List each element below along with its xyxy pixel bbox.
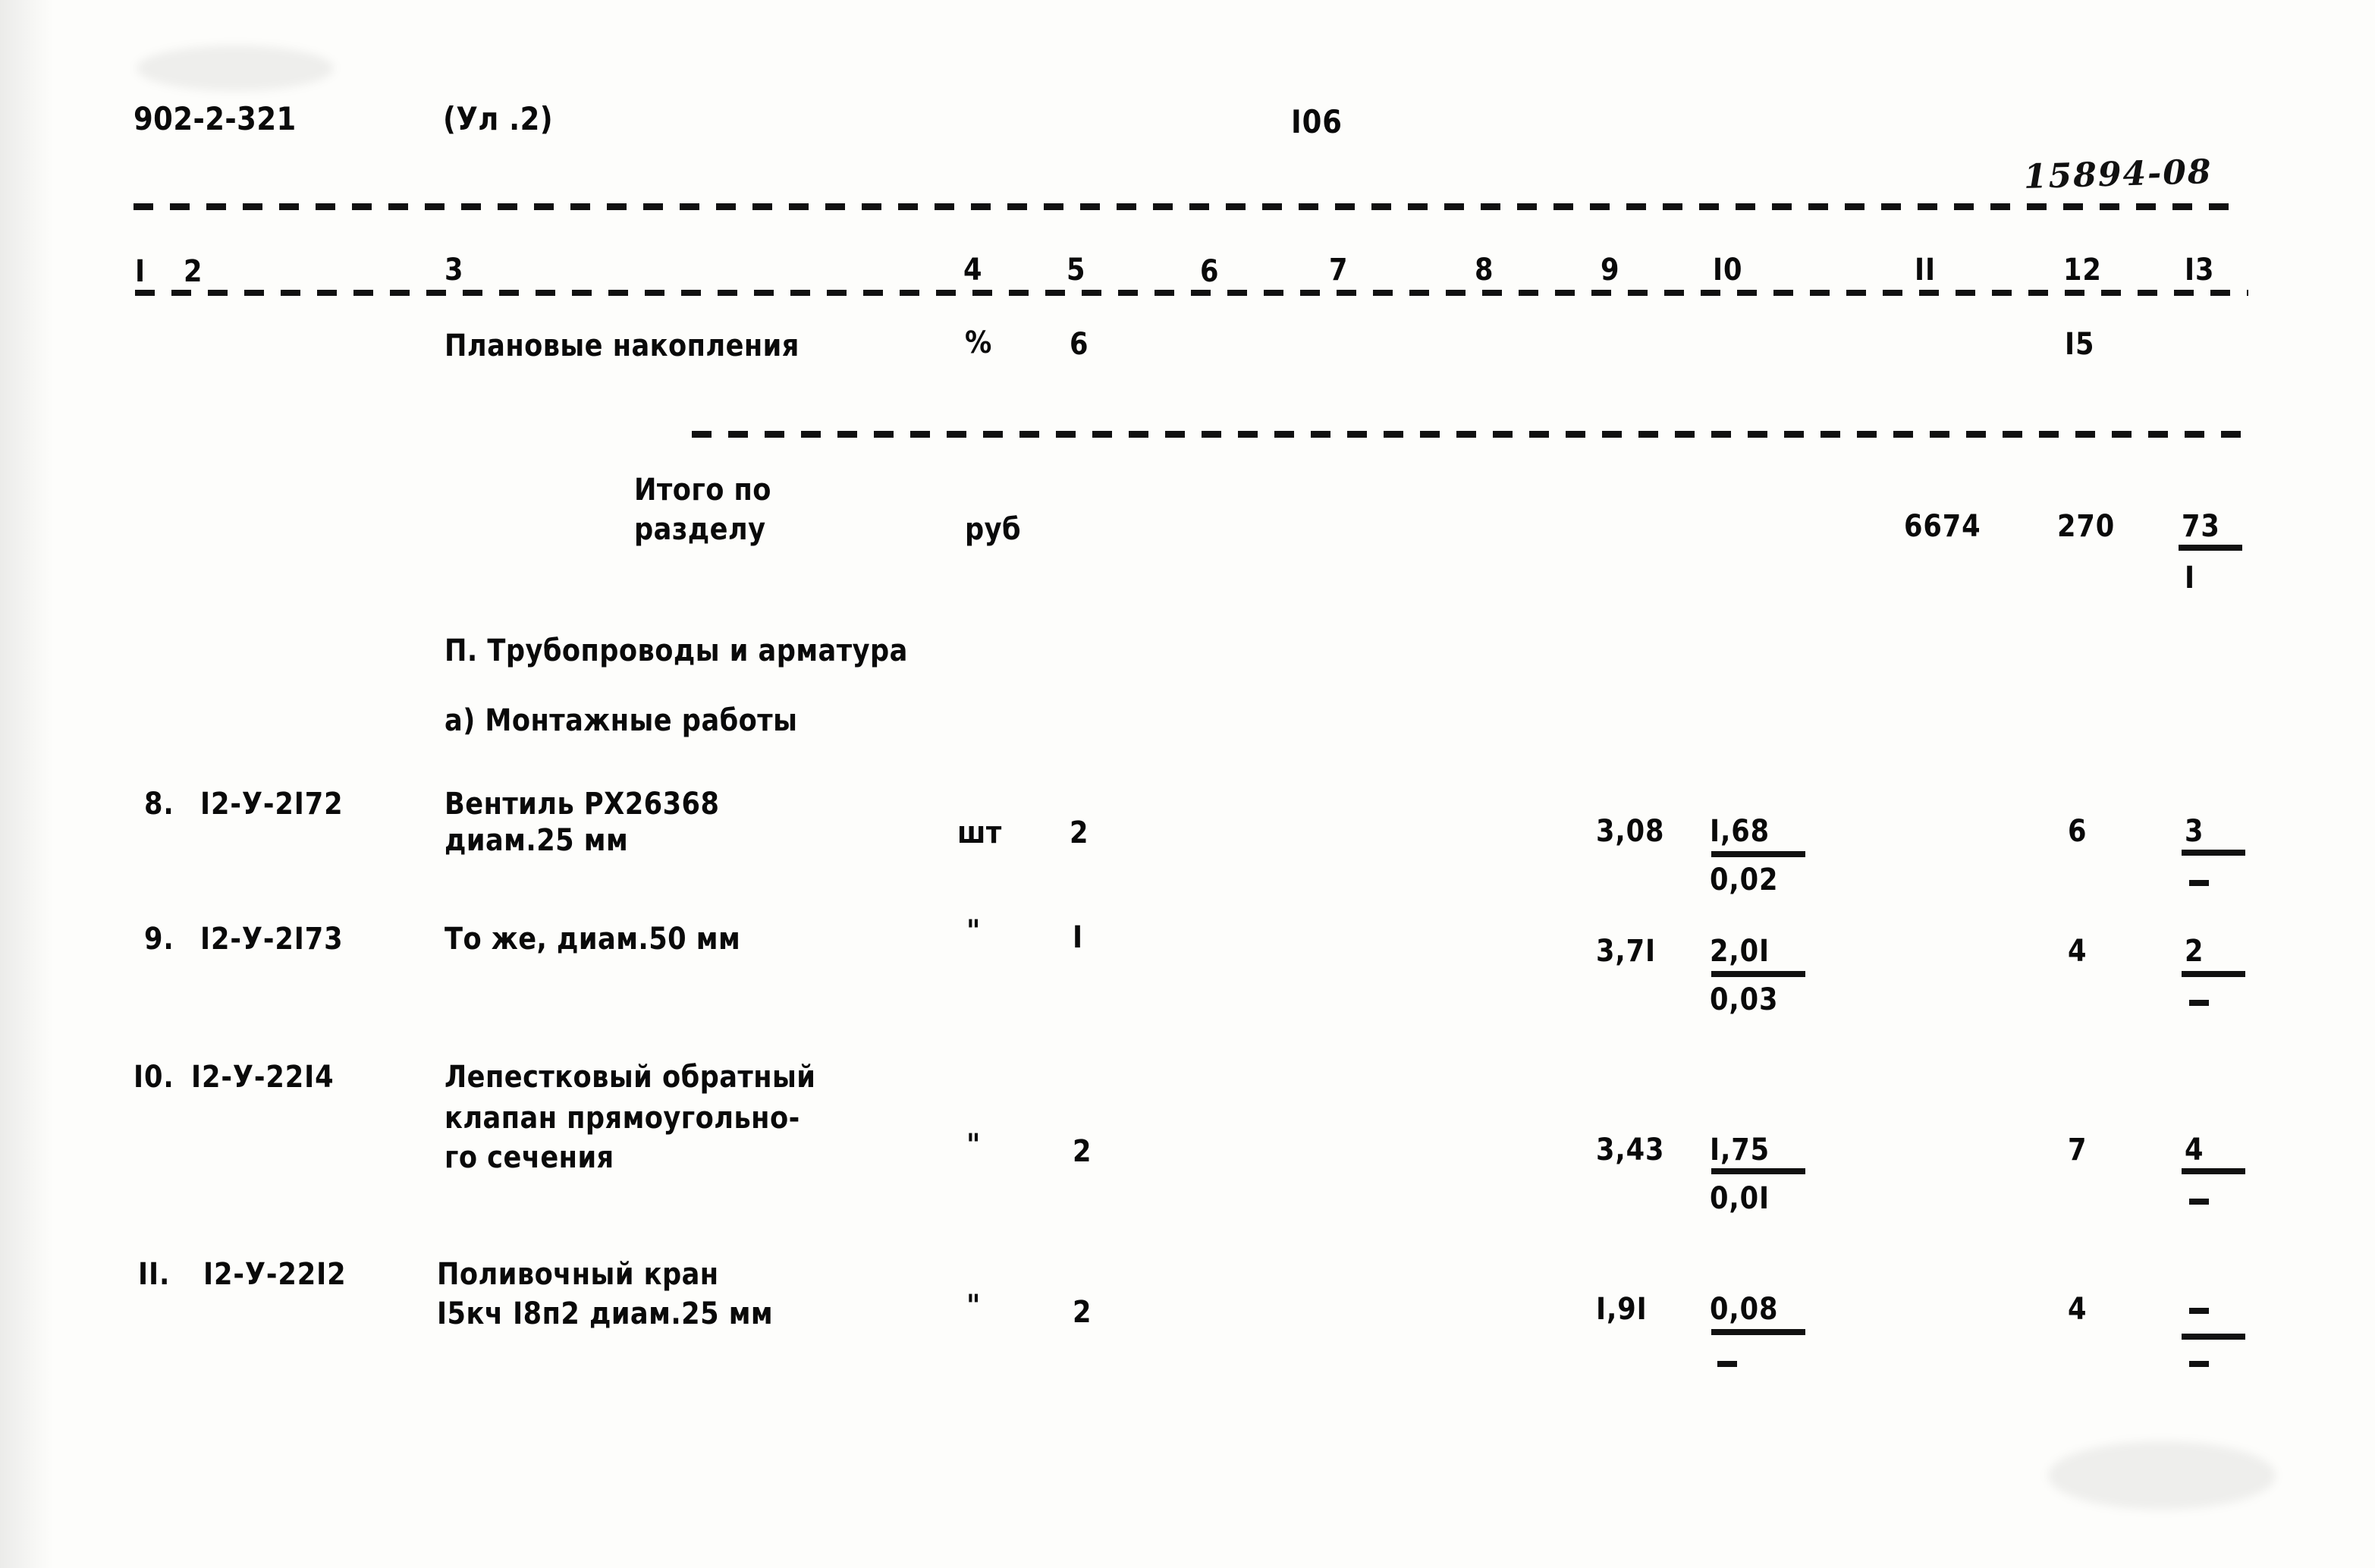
row-item-10-col10-underline — [1711, 1168, 1805, 1174]
row-item-8-quantity: 2 — [1070, 815, 1089, 850]
page-number: I06 — [1291, 103, 1343, 140]
row-item-11-description-line2: I5кч I8п2 диам.25 мм — [437, 1296, 774, 1331]
row-item-10-unit: " — [966, 1128, 981, 1163]
row-item-11-col13-top-dash — [2189, 1308, 2209, 1314]
row-planned-savings-col12: I5 — [2065, 327, 2095, 362]
column-header-2: 2 — [184, 254, 203, 289]
row-item-8-col9: 3,08 — [1596, 814, 1665, 849]
row-item-10-description-line1: Лепестковый обратный — [445, 1060, 816, 1095]
row-item-8-number: 8. — [144, 787, 174, 822]
row-item-11-unit: " — [966, 1289, 981, 1324]
row-item-11-col13-bottom-dash — [2189, 1361, 2209, 1367]
column-header-12: 12 — [2063, 253, 2102, 288]
row-item-8-col13-bottom-dash — [2189, 880, 2209, 886]
row-item-11-col9: I,9I — [1596, 1292, 1648, 1327]
scan-smudge — [137, 46, 334, 91]
row-item-8-unit: шт — [957, 815, 1002, 850]
row-item-9-col12: 4 — [2068, 934, 2088, 969]
row-item-8-col13-top: 3 — [2185, 814, 2204, 849]
table-top-rule — [134, 203, 2245, 210]
row-item-11-col13-underline — [2182, 1334, 2245, 1340]
row-section-total-col11: 6674 — [1904, 509, 1981, 544]
row-item-9-quantity: I — [1073, 920, 1083, 955]
row-item-11-quantity: 2 — [1073, 1295, 1092, 1330]
row-item-9-col13-bottom-dash — [2189, 1000, 2209, 1006]
row-item-8-col10-bottom: 0,02 — [1710, 863, 1779, 897]
row-item-11-number: II. — [138, 1257, 171, 1292]
column-header-7: 7 — [1329, 253, 1349, 288]
row-item-10-col13-top: 4 — [2185, 1133, 2204, 1167]
row-item-11-col10-top: 0,08 — [1710, 1292, 1779, 1327]
scan-smudge — [2048, 1441, 2276, 1510]
row-item-8-col13-underline — [2182, 850, 2245, 856]
row-item-10-description-line3: го сечения — [445, 1140, 614, 1175]
handwritten-stamp-number: 15894-08 — [2023, 152, 2213, 196]
row-item-10-quantity: 2 — [1073, 1134, 1092, 1169]
row-item-9-col10-top: 2,0I — [1710, 934, 1770, 969]
column-header-8: 8 — [1475, 253, 1494, 288]
column-header-4: 4 — [963, 253, 983, 288]
row-item-8-col10-top: I,68 — [1710, 814, 1770, 849]
row-item-11-col10-bottom-dash — [1717, 1361, 1737, 1367]
row-item-10-col13-underline — [2182, 1168, 2245, 1174]
row-item-9-col13-underline — [2182, 971, 2245, 977]
row-item-10-col12: 7 — [2068, 1133, 2088, 1167]
column-header-6: 6 — [1200, 254, 1220, 289]
row-planned-savings-quantity: 6 — [1070, 327, 1089, 362]
scanned-document-page: 902-2-321 (Ул .2) I06 15894-08 I 2 3 4 5… — [0, 0, 2375, 1568]
row-section-total-col13-bottom: I — [2185, 561, 2195, 595]
column-header-10: I0 — [1713, 253, 1743, 288]
row-planned-savings-unit: % — [965, 325, 992, 360]
row-item-10-description-line2: клапан прямоугольно- — [445, 1101, 800, 1136]
row-item-9-description-line1: То же, диам.50 мм — [445, 922, 741, 957]
document-code: 902-2-321 — [134, 100, 297, 137]
row-item-9-col10-underline — [1711, 971, 1805, 977]
row-item-11-col12: 4 — [2068, 1292, 2088, 1327]
row-item-10-col10-top: I,75 — [1710, 1133, 1770, 1167]
row-item-9-number: 9. — [144, 922, 174, 957]
sheet-reference: (Ул .2) — [443, 100, 554, 137]
row-item-9-col9: 3,7I — [1596, 934, 1656, 969]
column-header-1: I — [135, 254, 146, 289]
row-section-total-col13-underline — [2179, 545, 2242, 551]
row-item-11-description-line1: Поливочный кран — [437, 1257, 719, 1292]
row-item-8-description-line1: Вентиль РХ26368 — [445, 787, 720, 822]
row-item-8-col12: 6 — [2068, 814, 2088, 849]
row-section-total-col13-top: 73 — [2182, 509, 2220, 544]
row-item-8-code: I2-У-2I72 — [200, 787, 344, 822]
row-item-10-number: I0. — [134, 1060, 174, 1095]
chapter-title: П. Трубопроводы и арматура — [445, 633, 908, 668]
row-item-9-unit: " — [966, 914, 981, 949]
row-item-9-col10-bottom: 0,03 — [1710, 982, 1779, 1017]
row-item-10-col9: 3,43 — [1596, 1133, 1665, 1167]
row-section-total-description-line2: разделу — [634, 512, 766, 547]
row-item-9-code: I2-У-2I73 — [200, 922, 344, 957]
column-header-5: 5 — [1067, 253, 1086, 288]
row-planned-savings-description: Плановые накопления — [445, 328, 800, 363]
subsection-title: а) Монтажные работы — [445, 703, 798, 738]
row-section-total-unit: руб — [965, 512, 1022, 547]
column-header-9: 9 — [1601, 253, 1620, 288]
row-item-11-col10-underline — [1711, 1329, 1805, 1335]
column-header-rule — [135, 290, 2248, 296]
row-item-9-col13-top: 2 — [2185, 934, 2204, 969]
row-item-10-code: I2-У-22I4 — [191, 1060, 335, 1095]
subtotal-separator-rule — [692, 431, 2241, 438]
row-item-8-description-line2: диам.25 мм — [445, 823, 629, 858]
row-item-11-code: I2-У-22I2 — [203, 1257, 347, 1292]
column-header-3: 3 — [445, 253, 464, 288]
row-section-total-description-line1: Итого по — [634, 473, 771, 507]
column-header-11: II — [1915, 253, 1936, 288]
page-left-shadow — [0, 0, 53, 1568]
row-item-10-col13-bottom-dash — [2189, 1199, 2209, 1205]
row-item-10-col10-bottom: 0,0I — [1710, 1181, 1770, 1216]
row-section-total-col12: 270 — [2057, 509, 2116, 544]
column-header-13: I3 — [2185, 253, 2215, 288]
row-item-8-col10-underline — [1711, 851, 1805, 857]
